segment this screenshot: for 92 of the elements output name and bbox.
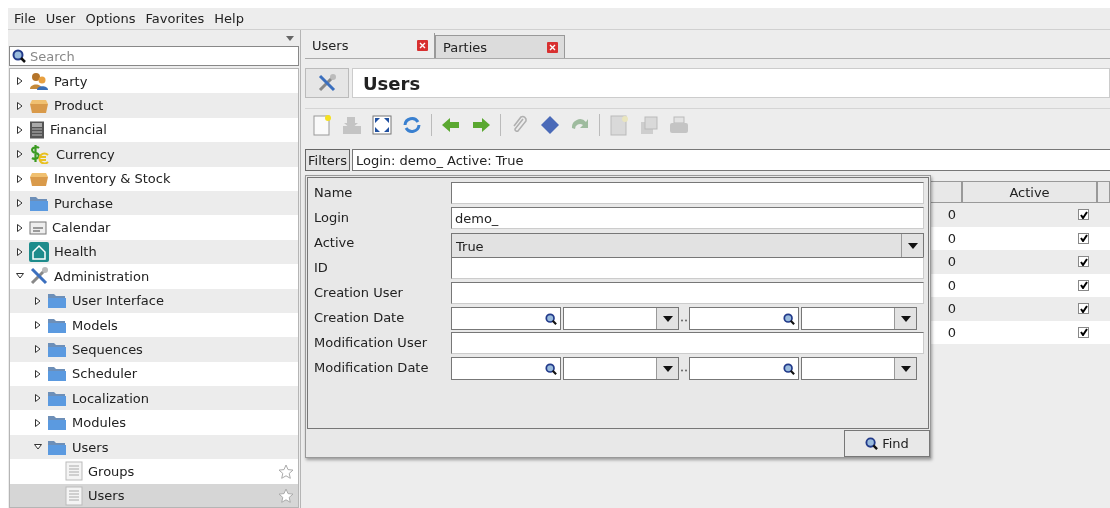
checkbox[interactable]: [1078, 232, 1089, 244]
currency-icon: [29, 144, 51, 165]
document-icon: [65, 461, 83, 482]
tree-item[interactable]: Health: [10, 239, 298, 265]
form-icon-button[interactable]: [305, 68, 349, 98]
menu-item[interactable]: Help: [210, 11, 248, 26]
checkbox[interactable]: [1078, 256, 1089, 268]
star-icon[interactable]: [278, 488, 294, 504]
time-dropdown[interactable]: [563, 307, 679, 330]
checkbox[interactable]: [1078, 326, 1089, 338]
folder-icon: [47, 389, 67, 407]
date-field[interactable]: [451, 357, 561, 380]
field-label: Name: [314, 184, 354, 202]
box-icon: [29, 170, 49, 187]
column-header[interactable]: [1097, 181, 1110, 203]
text-field[interactable]: [451, 257, 924, 279]
house-icon: [29, 241, 49, 262]
tree-item[interactable]: Purchase: [10, 190, 298, 216]
menu-item[interactable]: Options: [81, 11, 140, 26]
field-label: ID: [314, 259, 329, 277]
menu-item[interactable]: Favorites: [141, 11, 209, 26]
table-cell-text: 0: [947, 301, 957, 317]
date-field[interactable]: [689, 307, 799, 330]
search-icon: [12, 49, 26, 63]
field-label: Modification Date: [314, 359, 430, 377]
dropdown[interactable]: True: [451, 233, 924, 259]
people-icon: [29, 72, 49, 91]
folder-icon: [47, 341, 67, 358]
field-label: Login: [314, 209, 351, 227]
dropdown-arrow-icon[interactable]: [286, 35, 294, 41]
expand-icon[interactable]: [371, 113, 393, 136]
diamond-icon[interactable]: [539, 113, 561, 136]
tree-item[interactable]: Localization: [10, 386, 298, 411]
form-title: Users: [352, 68, 1110, 98]
caret-down-icon: [662, 365, 673, 372]
search-icon: [783, 312, 795, 325]
table-cell-text: 0: [947, 207, 957, 223]
menu-item[interactable]: User: [41, 11, 80, 26]
search-icon: [865, 437, 879, 450]
field-label: Creation User: [314, 284, 404, 302]
filters-button[interactable]: Filters: [305, 149, 350, 171]
field-label: Creation Date: [314, 309, 406, 327]
search-icon: [783, 362, 795, 375]
tree-item[interactable]: Currency: [10, 142, 298, 167]
tab[interactable]: Parties: [435, 35, 565, 58]
text-field[interactable]: [451, 282, 924, 304]
folder-icon: [47, 414, 67, 432]
folder-icon: [47, 438, 67, 456]
star-icon[interactable]: [278, 463, 294, 479]
text-field[interactable]: [451, 182, 924, 204]
tools-icon: [317, 73, 337, 93]
tree-item[interactable]: Product: [10, 93, 298, 118]
filter-field[interactable]: Login: demo_ Active: True: [351, 149, 1110, 171]
text-field[interactable]: demo_: [451, 207, 924, 229]
column-header[interactable]: Active: [962, 181, 1097, 203]
folder-icon: [47, 316, 67, 334]
search-field[interactable]: Search: [9, 46, 299, 66]
close-icon[interactable]: [417, 40, 428, 51]
field-label: Active: [314, 234, 356, 252]
tools-icon: [29, 266, 49, 287]
field-label: Modification User: [314, 334, 428, 352]
menu-item[interactable]: File: [10, 11, 40, 26]
caret-down-icon: [662, 315, 673, 322]
folder-icon: [47, 292, 67, 310]
folder-icon: [47, 365, 67, 383]
date-field[interactable]: [451, 307, 561, 330]
box-icon: [29, 97, 49, 114]
find-button[interactable]: Find: [844, 430, 930, 457]
calculator-icon: [29, 120, 45, 139]
date-field[interactable]: [689, 357, 799, 380]
table-cell-text: 0: [947, 230, 957, 246]
folder-icon: [29, 194, 49, 212]
tree-item[interactable]: Users: [10, 483, 298, 507]
time-dropdown[interactable]: [801, 357, 917, 380]
checkbox[interactable]: [1078, 209, 1089, 221]
tree-item[interactable]: Sequences: [10, 337, 298, 362]
table-cell-text: 0: [947, 254, 957, 270]
tree-item[interactable]: User Interface: [10, 288, 298, 313]
checkbox[interactable]: [1078, 279, 1089, 291]
text-field[interactable]: [451, 332, 924, 354]
table-cell-text: 0: [947, 277, 957, 293]
calendar-icon: [29, 220, 47, 235]
table-cell-text: 0: [947, 324, 957, 340]
caret-down-icon: [900, 365, 911, 372]
tree-item[interactable]: Users: [10, 434, 298, 460]
checkbox[interactable]: [1078, 303, 1089, 315]
search-icon: [545, 312, 557, 325]
time-dropdown[interactable]: [801, 307, 917, 330]
search-icon: [545, 362, 557, 375]
caret-down-icon: [900, 315, 911, 322]
close-icon[interactable]: [547, 41, 558, 53]
time-dropdown[interactable]: [563, 357, 679, 380]
